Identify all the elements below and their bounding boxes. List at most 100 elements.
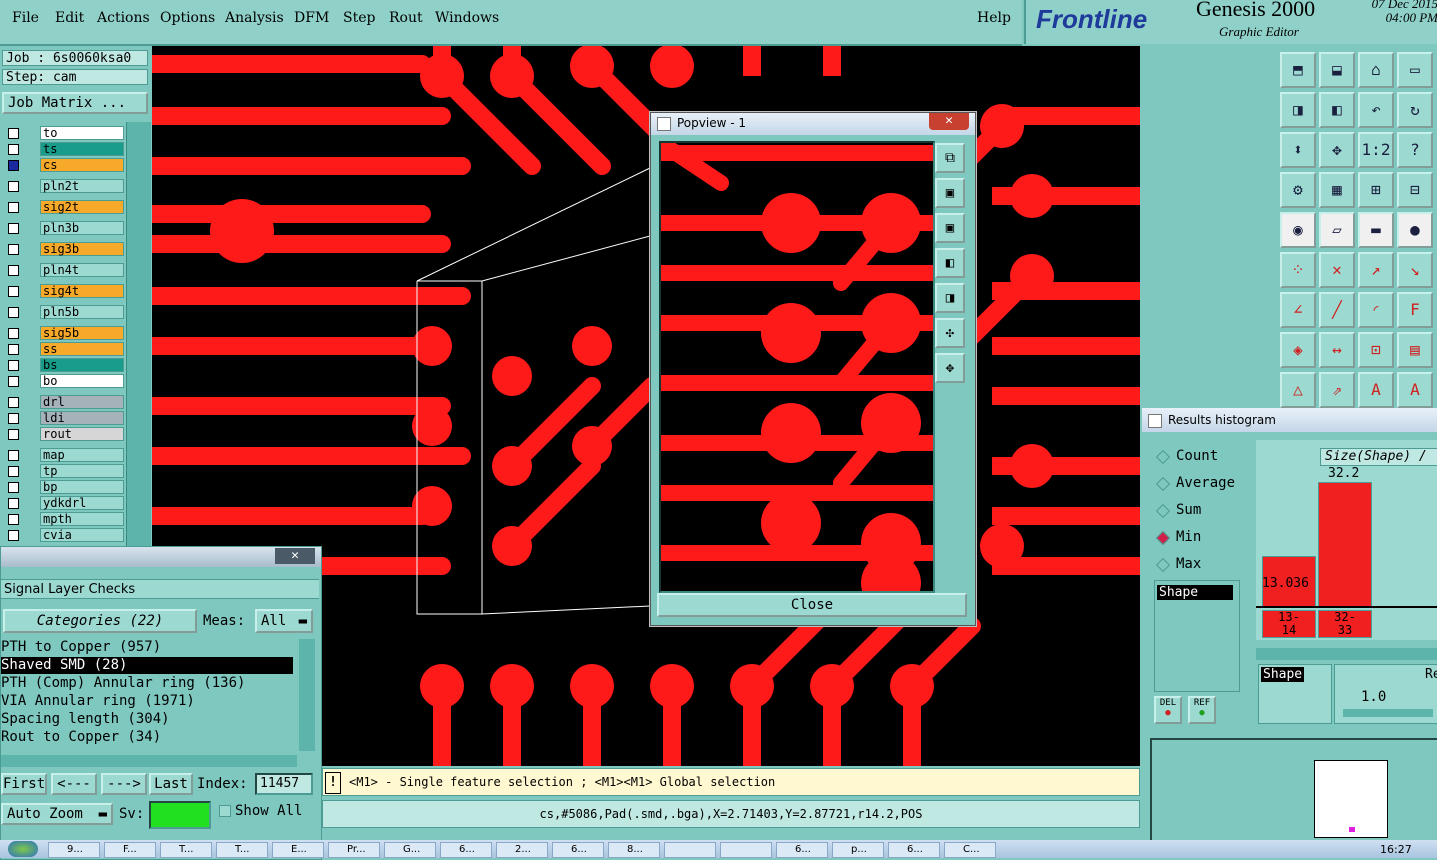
- taskbar-item[interactable]: F...: [104, 842, 156, 858]
- layer-row-ydkdrl[interactable]: ydkdrl: [4, 496, 124, 511]
- layer-name[interactable]: bo: [40, 374, 124, 388]
- layer-name[interactable]: ts: [40, 142, 124, 156]
- layer-checkbox[interactable]: [8, 530, 19, 541]
- histogram-scrollbar[interactable]: [1256, 648, 1437, 660]
- layer-name[interactable]: sig2t: [40, 200, 124, 214]
- layer-checkbox[interactable]: [8, 397, 19, 408]
- histogram-bar[interactable]: [1318, 482, 1372, 608]
- cross-icon[interactable]: ✕: [1319, 252, 1355, 288]
- layer-checkbox[interactable]: [8, 244, 19, 255]
- layer-name[interactable]: ss: [40, 342, 124, 356]
- step-fwd-icon[interactable]: ◧: [1319, 92, 1355, 128]
- popview-close-button[interactable]: Close: [657, 593, 967, 617]
- line-icon[interactable]: ∠: [1280, 292, 1316, 328]
- grid-icon[interactable]: ▦: [1319, 172, 1355, 208]
- text-icon[interactable]: F: [1397, 292, 1433, 328]
- layer-row-ss[interactable]: ss: [4, 342, 124, 357]
- layer-row-sig3b[interactable]: sig3b: [4, 242, 124, 257]
- menu-options[interactable]: Options: [160, 10, 215, 26]
- center-icon[interactable]: ✥: [1319, 132, 1355, 168]
- layer-row-sig4t[interactable]: sig4t: [4, 284, 124, 299]
- menu-actions[interactable]: Actions: [97, 10, 150, 26]
- net-icon[interactable]: ⁘: [1280, 252, 1316, 288]
- taskbar-item[interactable]: 9...: [48, 842, 100, 858]
- taskbar-item[interactable]: 8...: [608, 842, 660, 858]
- layer-name[interactable]: cs: [40, 158, 124, 172]
- poly-icon[interactable]: ▱: [1319, 212, 1355, 248]
- layer-row-pln4t[interactable]: pln4t: [4, 263, 124, 278]
- copy-icon[interactable]: ↘: [1397, 252, 1433, 288]
- prev-button[interactable]: <---: [51, 773, 97, 795]
- layer-checkbox[interactable]: [8, 450, 19, 461]
- layer-checkbox[interactable]: [8, 514, 19, 525]
- pan-right-icon[interactable]: ◨: [935, 283, 965, 313]
- select-icon[interactable]: ⊞: [1358, 172, 1394, 208]
- arc-icon[interactable]: ◜: [1358, 292, 1394, 328]
- layer-row-cvia[interactable]: cvia: [4, 528, 124, 543]
- layer-row-ldi[interactable]: ldi: [4, 411, 124, 426]
- layer-name[interactable]: pln3b: [40, 221, 124, 235]
- layer-top-icon[interactable]: ⬒: [1280, 52, 1316, 88]
- category-scrollbar[interactable]: [299, 639, 315, 751]
- popview-titlebar[interactable]: Popview - 1 ✕: [651, 113, 975, 135]
- layer-name[interactable]: pln4t: [40, 263, 124, 277]
- category-hscrollbar[interactable]: [1, 755, 297, 767]
- layer-name[interactable]: map: [40, 448, 124, 462]
- arrow-icon[interactable]: ⇗: [1319, 372, 1355, 408]
- category-item[interactable]: Spacing length (304): [1, 711, 293, 728]
- menu-edit[interactable]: Edit: [55, 10, 84, 26]
- layer-name[interactable]: pln5b: [40, 305, 124, 319]
- scale-icon[interactable]: 1:2: [1358, 132, 1394, 168]
- layer-name[interactable]: ldi: [40, 411, 124, 425]
- layer-row-tp[interactable]: tp: [4, 464, 124, 479]
- home-icon[interactable]: ⌂: [1358, 52, 1394, 88]
- layer-checkbox[interactable]: [8, 376, 19, 387]
- categories-button[interactable]: Categories (22): [3, 609, 197, 633]
- menu-step[interactable]: Step: [343, 10, 375, 26]
- triangle-icon[interactable]: △: [1280, 372, 1316, 408]
- popview-zoom-view[interactable]: [659, 141, 935, 593]
- option-count[interactable]: Count: [1155, 448, 1258, 468]
- layer-down-icon[interactable]: ⬓: [1319, 52, 1355, 88]
- layer-row-rout[interactable]: rout: [4, 427, 124, 442]
- histogram-titlebar[interactable]: Results histogram: [1142, 408, 1437, 432]
- layer-row-pln5b[interactable]: pln5b: [4, 305, 124, 320]
- help-icon[interactable]: ?: [1397, 132, 1433, 168]
- layer-checkbox[interactable]: [8, 307, 19, 318]
- taskbar-item[interactable]: [664, 842, 716, 858]
- taskbar-item[interactable]: 6...: [440, 842, 492, 858]
- layer-checkbox[interactable]: [8, 223, 19, 234]
- redraw-icon[interactable]: ↻: [1397, 92, 1433, 128]
- zoom-out-icon[interactable]: ✥: [935, 353, 965, 383]
- menu-file[interactable]: File: [12, 10, 39, 26]
- taskbar-item[interactable]: 6...: [888, 842, 940, 858]
- sv-color-select[interactable]: [149, 801, 211, 829]
- layer-name[interactable]: rout: [40, 427, 124, 441]
- layer-row-sig5b[interactable]: sig5b: [4, 326, 124, 341]
- layer-checkbox[interactable]: [8, 328, 19, 339]
- taskbar-item[interactable]: T...: [160, 842, 212, 858]
- layer-name[interactable]: to: [40, 126, 124, 140]
- layer-row-pln3b[interactable]: pln3b: [4, 221, 124, 236]
- scale-slider[interactable]: [1343, 709, 1433, 717]
- menu-help[interactable]: Help: [977, 10, 1011, 26]
- pan-down-icon[interactable]: ▣: [935, 213, 965, 243]
- layer-name[interactable]: sig5b: [40, 326, 124, 340]
- layer-name[interactable]: tp: [40, 464, 124, 478]
- layer-name[interactable]: sig3b: [40, 242, 124, 256]
- first-button[interactable]: First: [1, 773, 47, 795]
- layer-checkbox[interactable]: [8, 202, 19, 213]
- layer-row-bp[interactable]: bp: [4, 480, 124, 495]
- next-button[interactable]: --->: [101, 773, 147, 795]
- layer-row-bo[interactable]: bo: [4, 374, 124, 389]
- start-icon[interactable]: [8, 841, 38, 857]
- layer-checkbox[interactable]: [8, 360, 19, 371]
- layer-name[interactable]: bp: [40, 480, 124, 494]
- taskbar-item[interactable]: 6...: [552, 842, 604, 858]
- layer-row-sig2t[interactable]: sig2t: [4, 200, 124, 215]
- taskbar-item[interactable]: G...: [384, 842, 436, 858]
- zoom-fit-icon[interactable]: ⧉: [935, 143, 965, 173]
- category-item[interactable]: VIA Annular ring (1971): [1, 693, 293, 710]
- layer-checkbox[interactable]: [8, 429, 19, 440]
- show-all-checkbox[interactable]: [219, 805, 231, 817]
